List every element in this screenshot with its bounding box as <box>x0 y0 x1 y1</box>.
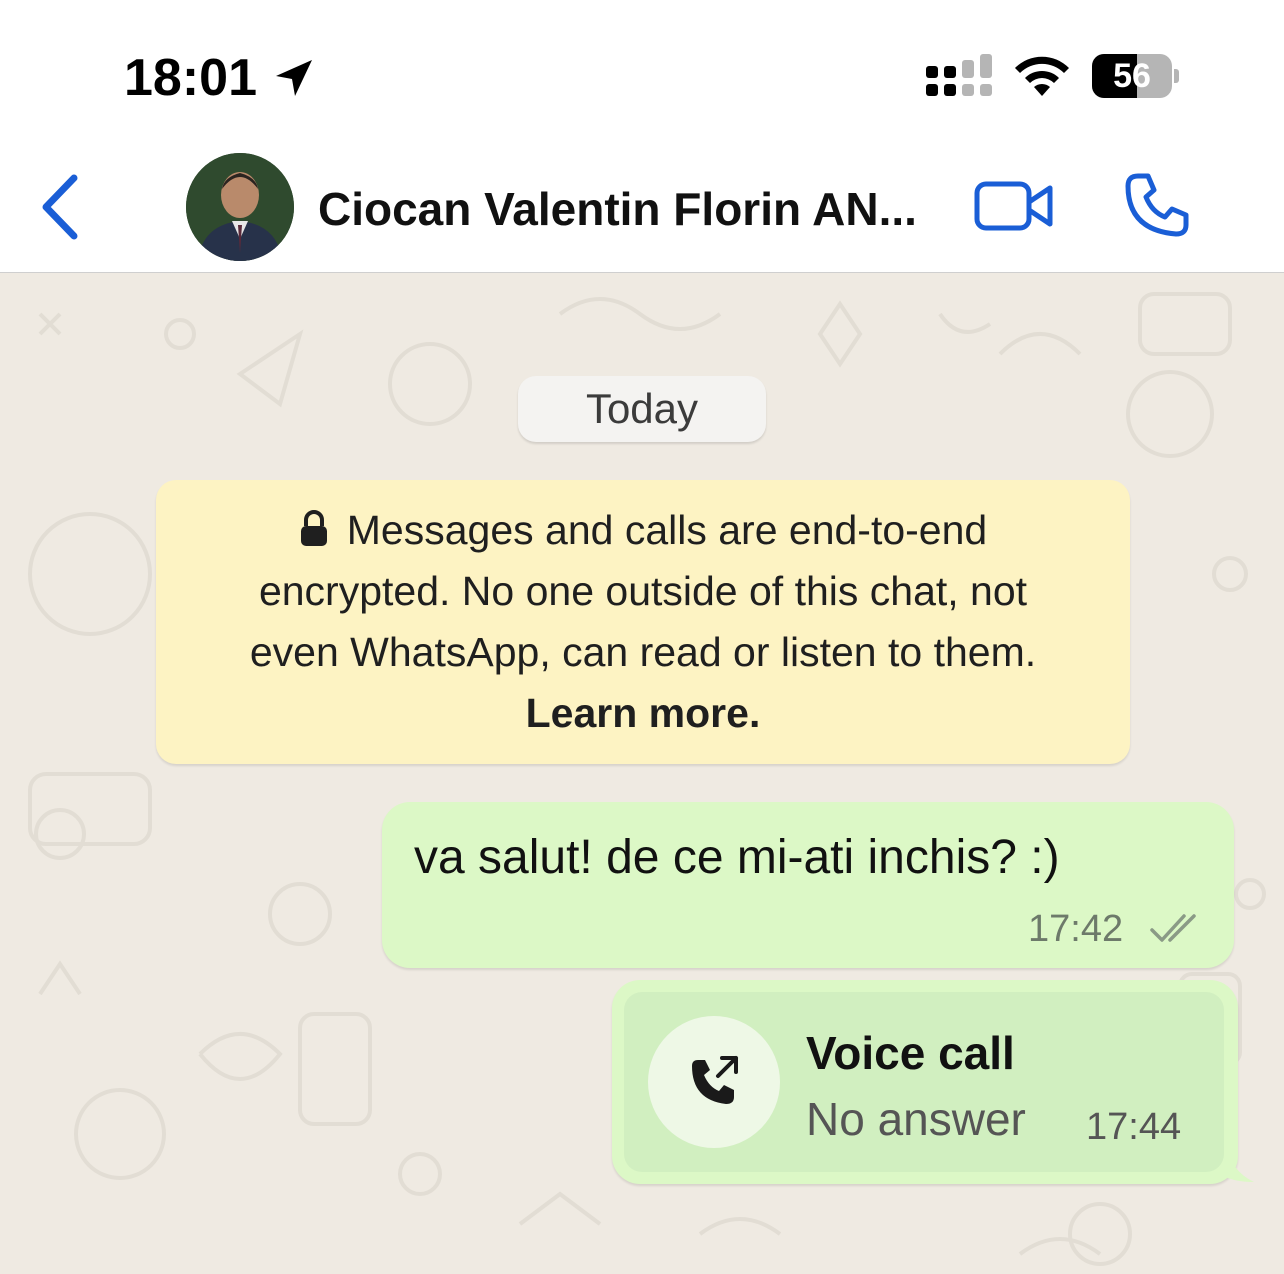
call-status: No answer <box>806 1093 1026 1145</box>
call-title: Voice call <box>806 1027 1015 1079</box>
voice-call-message[interactable]: Voice call No answer 17:44 <box>612 980 1238 1184</box>
outgoing-message[interactable]: va salut! de ce mi-ati inchis? :) 17:42 <box>382 802 1234 968</box>
location-arrow-icon <box>276 60 312 96</box>
chat-area[interactable]: Today Messages and calls are end-to-end … <box>0 274 1284 1274</box>
contact-name[interactable]: Ciocan Valentin Florin AN... <box>318 182 938 236</box>
learn-more-link[interactable]: Learn more. <box>156 683 1130 744</box>
encryption-notice[interactable]: Messages and calls are end-to-end encryp… <box>156 480 1130 764</box>
battery-icon: 56 <box>1092 54 1179 98</box>
notice-line-2: encrypted. No one outside of this chat, … <box>258 568 1028 614</box>
phone-icon[interactable] <box>1124 172 1190 238</box>
double-check-icon <box>1150 914 1196 942</box>
notice-line-1: Messages and calls are end-to-end <box>346 507 988 553</box>
call-time: 17:44 <box>1086 1106 1182 1148</box>
notice-line-3: even WhatsApp, can read or listen to the… <box>249 629 1037 675</box>
bubble-tail <box>1224 1136 1254 1182</box>
chat-header: Ciocan Valentin Florin AN... <box>0 140 1284 273</box>
status-time: 18:01 <box>124 49 257 107</box>
cellular-signal-icon <box>926 54 992 96</box>
wifi-icon <box>1015 56 1069 96</box>
video-camera-icon[interactable] <box>974 176 1054 236</box>
outgoing-call-icon <box>692 1056 738 1104</box>
chevron-left-icon[interactable] <box>38 174 82 240</box>
message-time: 17:42 <box>1028 908 1124 950</box>
call-icon-circle <box>648 1016 780 1148</box>
voice-call-card[interactable]: Voice call No answer 17:44 <box>624 992 1224 1172</box>
date-chip: Today <box>518 376 766 442</box>
lock-icon <box>300 510 327 546</box>
battery-percentage: 56 <box>1113 57 1151 95</box>
status-bar: 18:01 56 <box>0 0 1284 140</box>
avatar[interactable] <box>186 153 294 261</box>
message-text: va salut! de ce mi-ati inchis? :) <box>414 831 1060 884</box>
